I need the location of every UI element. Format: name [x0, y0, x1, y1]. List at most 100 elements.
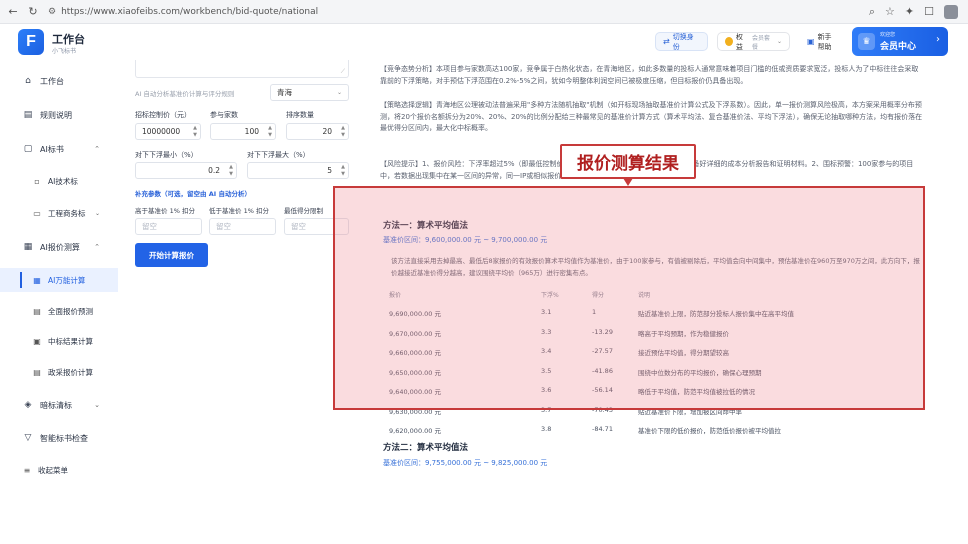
filter-icon: ▽	[24, 433, 32, 443]
table-cell-price: 9,620,000.00 元	[389, 427, 441, 435]
result-highlight-box	[333, 186, 925, 410]
chevron-up-icon: ⌃	[94, 243, 100, 251]
member-center-label: 会员中心	[880, 42, 917, 52]
back-icon[interactable]: ←	[6, 5, 20, 19]
crown-icon: ♛	[858, 33, 875, 50]
below-label: 低于基准价 1% 扣分	[209, 207, 269, 215]
sidebar-collapse[interactable]: ≡ 收起菜单	[0, 458, 108, 482]
rank-stepper[interactable]: 20 ▲ ▼	[286, 123, 349, 140]
below-placeholder: 留空	[216, 222, 231, 231]
star-icon[interactable]: ☆	[885, 5, 895, 18]
quota-dropdown[interactable]: 权益 会员套餐 ⌄	[717, 32, 790, 51]
app-logo[interactable]: F	[18, 29, 44, 55]
table-cell-score: -84.71	[592, 425, 613, 433]
sidebar-item-label: AI技术标	[48, 176, 78, 186]
sidebar: ⌂ 工作台 ▤ 规则说明 ▢ AI标书 ⌃ ▫ AI技术标 ▭ 工程商务标 ⌄ …	[0, 60, 118, 484]
above-placeholder: 留空	[142, 222, 157, 231]
sidebar-item-label: 全面报价预测	[48, 306, 93, 316]
app-title: 工作台	[52, 33, 85, 46]
sidebar-item-label: AI报价测算	[40, 242, 80, 252]
sidebar-item-label: 规则说明	[40, 110, 72, 120]
sidebar-group-ai-quote[interactable]: ▦ AI报价测算 ⌃	[0, 235, 118, 259]
min-score-label: 最低得分限制	[284, 207, 323, 215]
chevron-right-icon: ›	[936, 34, 940, 45]
site-info-icon[interactable]: ⚙	[48, 7, 56, 17]
method-two-range: 基准价区间：9,755,000.00 元 ~ 9,825,000.00 元	[383, 459, 548, 467]
search-icon[interactable]: ⌕	[869, 5, 875, 19]
chevron-down-icon: ⌄	[776, 38, 782, 45]
app-subtitle: 小飞标书	[52, 48, 77, 55]
page-bottom-area	[0, 484, 968, 544]
analysis-paragraph-competition: 【竞争态势分析】本项目参与家数高达100家，竞争属于白热化状态，在青海地区，如此…	[380, 65, 919, 85]
down-min-label: 对下下浮最小（%）	[135, 151, 198, 159]
down-max-stepper[interactable]: 5 ▲ ▼	[247, 162, 349, 179]
sidebar-item-ai-tech[interactable]: ▫ AI技术标	[0, 169, 118, 193]
below-input[interactable]: 留空	[209, 218, 276, 235]
table-cell-note: 基准价下限的低价报价，防范低价报价被平均值拉	[638, 427, 781, 435]
sidebar-item-label: AI标书	[40, 144, 64, 154]
stepper-icon[interactable]: ▲ ▼	[341, 125, 345, 139]
extra-params-title: 补充参数（可选，留空由 AI 自动分析）	[135, 190, 251, 198]
sidebar-item-label: 工作台	[40, 76, 64, 86]
bookmark-icon[interactable]: ☐	[924, 5, 934, 18]
profile-avatar[interactable]	[944, 4, 958, 19]
file-icon: ▢	[23, 144, 33, 154]
region-select[interactable]: 青海 ⌄	[270, 84, 349, 101]
bidders-stepper[interactable]: 100 ▲ ▼	[210, 123, 276, 140]
sidebar-item-eng-bid[interactable]: ▭ 工程商务标 ⌄	[0, 201, 118, 225]
switch-identity-label: 切换身份	[672, 32, 694, 51]
briefcase-icon: ▭	[33, 208, 41, 218]
help-button[interactable]: ▣ 新手帮助	[799, 32, 843, 51]
method-two-title: 方法二：算术平均值法	[383, 443, 469, 453]
sidebar-item-gov-quote[interactable]: ▤ 政采报价计算	[0, 360, 118, 384]
url-text: https://www.xiaofeibs.com/workbench/bid-…	[61, 6, 319, 17]
down-max-label: 对下下浮最大（%）	[247, 151, 310, 159]
sidebar-item-label: 工程商务标	[48, 208, 86, 218]
sidebar-item-full-quote[interactable]: ▤ 全面报价预测	[0, 299, 118, 323]
chevron-down-icon: ⌄	[94, 401, 100, 409]
member-center-button[interactable]: ♛ 欢迎您 会员中心 ›	[852, 27, 948, 56]
stepper-icon[interactable]: ▲ ▼	[268, 125, 272, 139]
sidebar-item-label: 收起菜单	[38, 465, 68, 475]
calc-icon: ▦	[33, 275, 41, 285]
help-label: 新手帮助	[817, 32, 832, 51]
calculator-icon: ▦	[23, 242, 33, 252]
stepper-icon[interactable]: ▲ ▼	[193, 125, 197, 139]
chevron-down-icon: ⌄	[336, 89, 342, 96]
down-max-value: 5	[327, 166, 332, 175]
stepper-icon[interactable]: ▲ ▼	[341, 164, 345, 178]
extensions-icon[interactable]: ✦	[905, 5, 914, 18]
sidebar-group-ai-bid[interactable]: ▢ AI标书 ⌃	[0, 137, 118, 161]
app-header: F 工作台 小飞标书 ⇄ 切换身份 权益 会员套餐 ⌄ ▣ 新手帮助 ♛ 欢迎您…	[0, 24, 968, 60]
ceiling-value: 10000000	[142, 127, 181, 136]
ceiling-input[interactable]: 10000000 ▲ ▼	[135, 123, 201, 140]
chevron-up-icon: ⌃	[94, 145, 100, 153]
chart-icon: ▤	[33, 306, 41, 316]
shield-icon: ◈	[24, 400, 32, 410]
document-icon: ▤	[23, 110, 33, 120]
bidders-label: 参与家数	[210, 111, 238, 119]
start-calc-button[interactable]: 开始计算报价	[135, 243, 208, 267]
result-callout: 报价测算结果	[560, 144, 696, 179]
address-bar[interactable]: ⚙ https://www.xiaofeibs.com/workbench/bi…	[48, 7, 318, 17]
sidebar-group-dark-bid[interactable]: ◈ 暗标清标 ⌄	[0, 393, 118, 417]
sidebar-item-label: 暗标清标	[40, 400, 72, 410]
above-label: 高于基准价 1% 扣分	[135, 207, 195, 215]
textarea-field[interactable]: ⟋	[135, 60, 349, 78]
down-min-stepper[interactable]: 0.2 ▲ ▼	[135, 162, 237, 179]
sidebar-item-workbench[interactable]: ⌂ 工作台	[0, 69, 118, 93]
sidebar-item-ai-wan[interactable]: ▦ AI万能计算	[0, 268, 118, 292]
switch-identity-button[interactable]: ⇄ 切换身份	[655, 32, 708, 51]
sidebar-item-smart-check[interactable]: ▽ 智能标书检查	[0, 426, 118, 450]
menu-icon: ≡	[23, 465, 31, 475]
above-input[interactable]: 留空	[135, 218, 202, 235]
callout-arrow-icon	[623, 178, 633, 186]
table-cell-down: 3.8	[541, 425, 552, 433]
reload-icon[interactable]: ↻	[26, 5, 40, 19]
doc-icon: ▫	[34, 176, 40, 186]
sidebar-item-rules[interactable]: ▤ 规则说明	[0, 103, 118, 127]
stepper-icon[interactable]: ▲ ▼	[229, 164, 233, 178]
sidebar-item-win-calc[interactable]: ▣ 中标结果计算	[0, 329, 118, 353]
sidebar-item-label: 智能标书检查	[40, 433, 88, 443]
resize-handle-icon[interactable]: ⟋	[341, 68, 345, 76]
